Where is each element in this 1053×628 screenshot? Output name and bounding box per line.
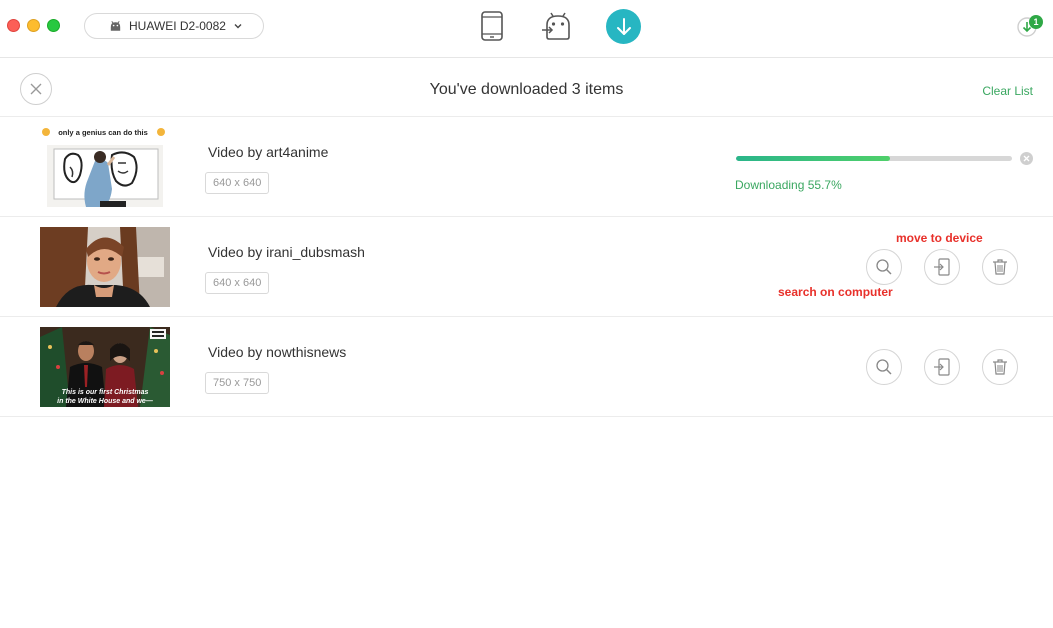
trash-icon bbox=[993, 259, 1007, 275]
move-to-device-icon bbox=[934, 358, 950, 376]
page-title: You've downloaded 3 items bbox=[429, 81, 624, 98]
downloader-tab[interactable] bbox=[606, 9, 641, 44]
phone-manager-tab[interactable] bbox=[474, 8, 510, 44]
delete-button[interactable] bbox=[982, 349, 1018, 385]
search-icon bbox=[876, 259, 892, 275]
search-icon bbox=[876, 359, 892, 375]
download-icon bbox=[616, 17, 631, 35]
search-on-computer-button[interactable] bbox=[866, 249, 902, 285]
delete-button[interactable] bbox=[982, 249, 1018, 285]
video-thumbnail[interactable]: only a genius can do this bbox=[40, 127, 170, 207]
move-to-device-icon bbox=[934, 258, 950, 276]
thumbnail-caption-line-1: This is our first Christmas bbox=[62, 389, 149, 396]
thumbnail-art4anime: only a genius can do this bbox=[40, 127, 170, 207]
move-to-device-button[interactable] bbox=[924, 349, 960, 385]
dimension-badge: 640 x 640 bbox=[205, 172, 270, 194]
item-title: Video by nowthisnews bbox=[208, 344, 347, 360]
cancel-download-button[interactable] bbox=[1020, 152, 1033, 165]
thumbnail-caption: only a genius can do this bbox=[58, 128, 148, 137]
title-bar: HUAWEI D2-0082 1 bbox=[0, 0, 1053, 58]
device-name: HUAWEI D2-0082 bbox=[129, 19, 226, 33]
video-thumbnail[interactable] bbox=[40, 227, 170, 307]
dimension-badge: 750 x 750 bbox=[205, 372, 270, 394]
download-item: This is our first Christmas in the White… bbox=[0, 317, 1053, 417]
move-to-device-button[interactable] bbox=[924, 249, 960, 285]
window-close-button[interactable] bbox=[7, 19, 20, 32]
window-zoom-button[interactable] bbox=[47, 19, 60, 32]
thumbnail-irani-dubsmash bbox=[40, 227, 170, 307]
clear-list-link[interactable]: Clear List bbox=[982, 84, 1033, 98]
video-thumbnail[interactable]: This is our first Christmas in the White… bbox=[40, 327, 170, 407]
download-progress-bar bbox=[736, 156, 1012, 161]
android-icon bbox=[110, 21, 121, 31]
dimension-badge: 640 x 640 bbox=[205, 272, 270, 294]
download-item: only a genius can do this Video by art4a… bbox=[0, 117, 1053, 217]
thumbnail-caption-line-2: in the White House and we— bbox=[57, 398, 154, 405]
thumbnail-nowthisnews: This is our first Christmas in the White… bbox=[40, 327, 170, 407]
item-title: Video by irani_dubsmash bbox=[208, 244, 365, 260]
progress-fill bbox=[736, 156, 890, 161]
close-icon bbox=[1023, 155, 1030, 162]
phone-icon bbox=[481, 11, 503, 41]
search-on-computer-button[interactable] bbox=[866, 349, 902, 385]
android-mover-tab[interactable] bbox=[540, 8, 576, 44]
downloads-header: You've downloaded 3 items Clear List bbox=[0, 59, 1053, 117]
window-minimize-button[interactable] bbox=[27, 19, 40, 32]
notification-badge: 1 bbox=[1029, 15, 1043, 29]
item-title: Video by art4anime bbox=[208, 144, 329, 160]
annotation-move-to-device: move to device bbox=[896, 231, 983, 245]
android-transfer-icon bbox=[542, 12, 570, 40]
annotation-search-on-computer: search on computer bbox=[778, 285, 893, 299]
chevron-down-icon bbox=[234, 24, 242, 29]
device-selector[interactable]: HUAWEI D2-0082 bbox=[84, 13, 264, 39]
download-status: Downloading 55.7% bbox=[735, 178, 842, 192]
trash-icon bbox=[993, 359, 1007, 375]
